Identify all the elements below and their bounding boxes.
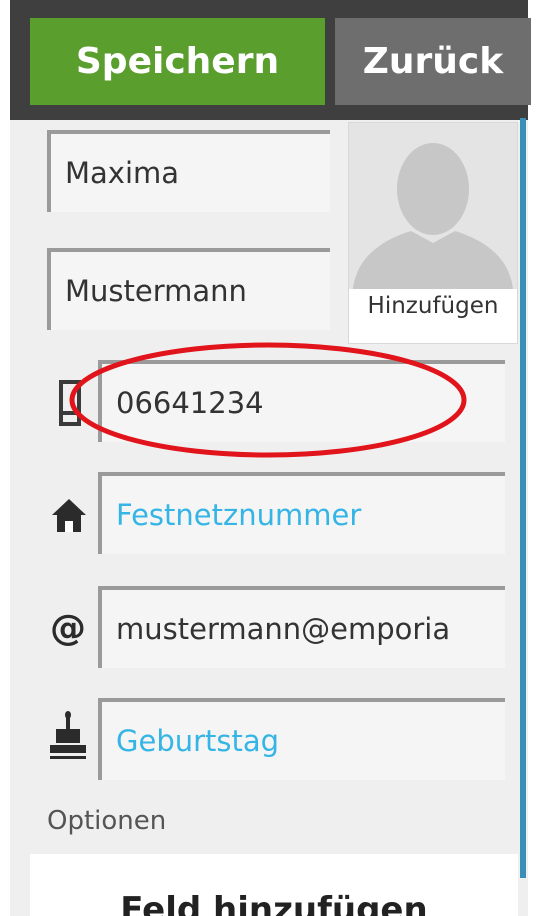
at-icon: @ xyxy=(50,607,86,649)
mobile-number-value: 06641234 xyxy=(116,386,264,420)
right-edge xyxy=(528,0,537,916)
mobile-phone-icon xyxy=(52,378,88,428)
action-bar: Speichern Zurück xyxy=(10,0,531,120)
person-silhouette-icon xyxy=(349,123,517,289)
app-frame: Speichern Zurück Maxima Mustermann Hinzu… xyxy=(0,0,537,916)
options-heading: Optionen xyxy=(47,806,167,836)
firstname-value: Maxima xyxy=(65,156,180,190)
save-button[interactable]: Speichern xyxy=(30,18,325,105)
cake-icon xyxy=(48,710,88,762)
firstname-field[interactable]: Maxima xyxy=(47,130,330,212)
add-field-button[interactable]: Feld hinzufügen xyxy=(30,854,518,916)
email-field[interactable]: mustermann@emporia xyxy=(98,586,505,668)
lastname-field[interactable]: Mustermann xyxy=(47,248,330,330)
scrollbar[interactable] xyxy=(520,118,526,878)
lastname-value: Mustermann xyxy=(65,274,247,308)
birthday-field[interactable]: Geburtstag xyxy=(98,698,505,780)
home-icon xyxy=(50,495,88,535)
mobile-number-field[interactable]: 06641234 xyxy=(98,360,505,442)
landline-placeholder: Festnetznummer xyxy=(116,498,362,532)
avatar-add-label: Hinzufügen xyxy=(367,293,499,319)
email-value: mustermann@emporia xyxy=(116,612,451,646)
avatar-add-button[interactable]: Hinzufügen xyxy=(348,122,518,344)
birthday-placeholder: Geburtstag xyxy=(116,724,280,758)
back-button[interactable]: Zurück xyxy=(335,18,531,105)
left-edge xyxy=(0,0,10,916)
landline-number-field[interactable]: Festnetznummer xyxy=(98,472,505,554)
avatar-placeholder xyxy=(349,123,517,289)
add-field-label: Feld hinzufügen xyxy=(120,890,428,916)
